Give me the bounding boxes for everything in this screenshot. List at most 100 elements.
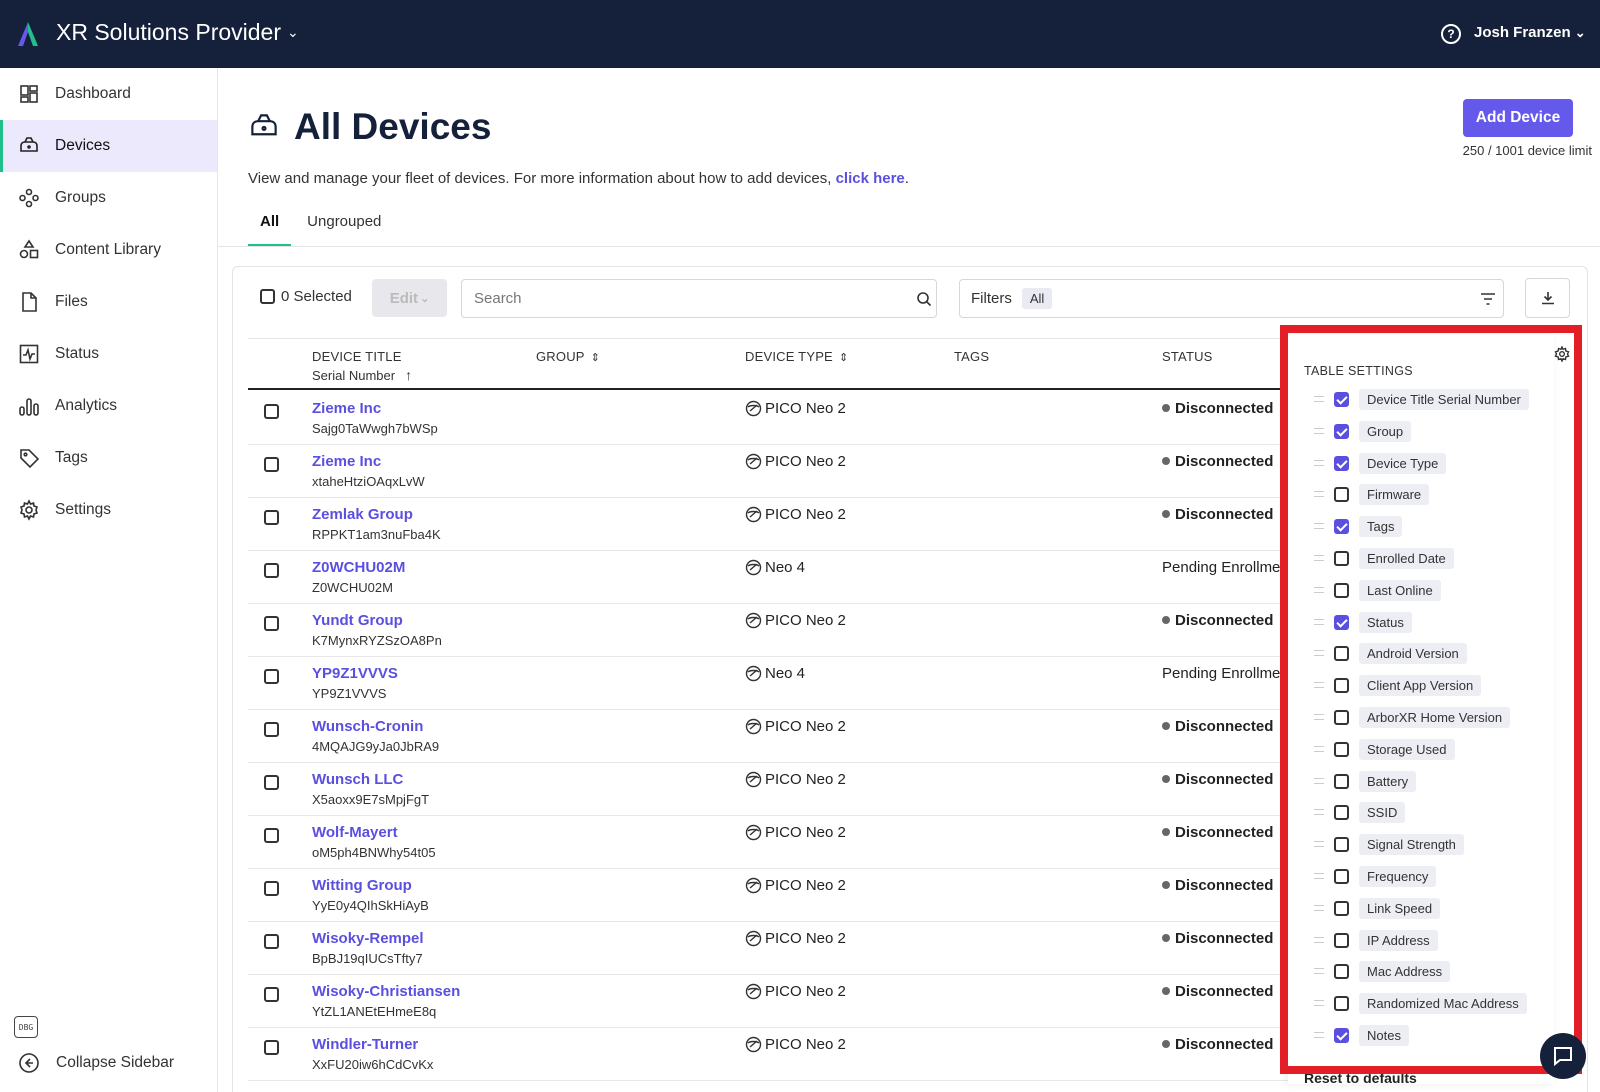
table-setting-option[interactable]: SSID (1314, 801, 1406, 823)
drag-handle-icon[interactable] (1314, 1032, 1324, 1038)
row-checkbox[interactable] (264, 775, 279, 790)
table-setting-option[interactable]: Enrolled Date (1314, 547, 1454, 569)
collapse-sidebar-button[interactable]: Collapse Sidebar (18, 1052, 174, 1074)
download-button[interactable] (1525, 278, 1570, 318)
table-setting-option[interactable]: Device Title Serial Number (1314, 388, 1529, 410)
table-setting-option[interactable]: Signal Strength (1314, 833, 1464, 855)
device-title-link[interactable]: Zemlak Group (312, 506, 413, 523)
setting-checkbox[interactable] (1334, 709, 1349, 725)
row-checkbox[interactable] (264, 616, 279, 631)
setting-checkbox[interactable] (1334, 900, 1349, 916)
filters-dropdown[interactable]: Filters All (959, 279, 1504, 318)
device-title-link[interactable]: Witting Group (312, 877, 412, 894)
drag-handle-icon[interactable] (1314, 746, 1324, 752)
gear-icon[interactable] (1554, 346, 1570, 362)
device-title-link[interactable]: Wunsch LLC (312, 771, 403, 788)
drag-handle-icon[interactable] (1314, 491, 1324, 497)
setting-checkbox[interactable] (1334, 677, 1349, 693)
table-setting-option[interactable]: Android Version (1314, 642, 1467, 664)
drag-handle-icon[interactable] (1314, 968, 1324, 974)
sidebar-item-settings[interactable]: Settings (0, 484, 217, 536)
setting-checkbox[interactable] (1334, 550, 1349, 566)
setting-checkbox[interactable] (1334, 963, 1349, 979)
setting-checkbox[interactable] (1334, 1027, 1349, 1043)
debug-badge[interactable]: DBG (14, 1016, 38, 1038)
table-setting-option[interactable]: Randomized Mac Address (1314, 992, 1527, 1014)
drag-handle-icon[interactable] (1314, 396, 1324, 402)
table-setting-option[interactable]: Client App Version (1314, 674, 1482, 696)
drag-handle-icon[interactable] (1314, 714, 1324, 720)
row-checkbox[interactable] (264, 828, 279, 843)
drag-handle-icon[interactable] (1314, 650, 1324, 656)
drag-handle-icon[interactable] (1314, 428, 1324, 434)
drag-handle-icon[interactable] (1314, 873, 1324, 879)
drag-handle-icon[interactable] (1314, 937, 1324, 943)
edit-button[interactable]: Edit ⌄ (372, 279, 447, 317)
drag-handle-icon[interactable] (1314, 619, 1324, 625)
table-setting-option[interactable]: Battery (1314, 770, 1417, 792)
row-checkbox[interactable] (264, 934, 279, 949)
sidebar-item-dashboard[interactable]: Dashboard (0, 68, 217, 120)
device-title-link[interactable]: Z0WCHU02M (312, 559, 405, 576)
table-setting-option[interactable]: Last Online (1314, 579, 1441, 601)
setting-checkbox[interactable] (1334, 582, 1349, 598)
user-menu[interactable]: Josh Franzen ⌄ (1474, 24, 1586, 41)
table-setting-option[interactable]: Notes (1314, 1024, 1409, 1046)
device-title-link[interactable]: Yundt Group (312, 612, 403, 629)
table-setting-option[interactable]: Group (1314, 420, 1412, 442)
device-title-link[interactable]: Wisoky-Rempel (312, 930, 424, 947)
sidebar-item-tags[interactable]: Tags (0, 432, 217, 484)
tab-all[interactable]: All (248, 205, 292, 247)
table-setting-option[interactable]: IP Address (1314, 929, 1438, 951)
table-setting-option[interactable]: ArborXR Home Version (1314, 706, 1511, 728)
table-setting-option[interactable]: Frequency (1314, 865, 1437, 887)
table-setting-option[interactable]: Status (1314, 611, 1412, 633)
table-setting-option[interactable]: Storage Used (1314, 738, 1455, 760)
filter-icon[interactable] (1480, 292, 1496, 306)
setting-checkbox[interactable] (1334, 804, 1349, 820)
table-setting-option[interactable]: Firmware (1314, 483, 1430, 505)
select-all-checkbox[interactable] (260, 289, 275, 304)
setting-checkbox[interactable] (1334, 932, 1349, 948)
column-group[interactable]: GROUP ⇕ (536, 349, 600, 364)
tab-ungrouped[interactable]: Ungrouped (295, 205, 393, 247)
sidebar-item-groups[interactable]: Groups (0, 172, 217, 224)
drag-handle-icon[interactable] (1314, 809, 1324, 815)
search-icon[interactable] (916, 291, 932, 307)
row-checkbox[interactable] (264, 669, 279, 684)
arborxr-logo-icon[interactable] (14, 20, 42, 48)
drag-handle-icon[interactable] (1314, 778, 1324, 784)
drag-handle-icon[interactable] (1314, 905, 1324, 911)
device-title-link[interactable]: Wunsch-Cronin (312, 718, 423, 735)
drag-handle-icon[interactable] (1314, 460, 1324, 466)
row-checkbox[interactable] (264, 457, 279, 472)
row-checkbox[interactable] (264, 563, 279, 578)
table-setting-option[interactable]: Mac Address (1314, 960, 1451, 982)
chat-button[interactable] (1540, 1033, 1586, 1079)
setting-checkbox[interactable] (1334, 773, 1349, 789)
row-checkbox[interactable] (264, 722, 279, 737)
table-setting-option[interactable]: Tags (1314, 515, 1403, 537)
device-title-link[interactable]: Wolf-Mayert (312, 824, 398, 841)
click-here-link[interactable]: click here (836, 170, 905, 187)
table-setting-option[interactable]: Link Speed (1314, 897, 1441, 919)
table-setting-option[interactable]: Device Type (1314, 452, 1447, 474)
setting-checkbox[interactable] (1334, 868, 1349, 884)
column-device-title[interactable]: DEVICE TITLE Serial Number ↑ (312, 349, 412, 383)
row-checkbox[interactable] (264, 510, 279, 525)
sidebar-item-files[interactable]: Files (0, 276, 217, 328)
sidebar-item-devices[interactable]: Devices (0, 120, 217, 172)
question-circle-icon[interactable]: ? (1441, 24, 1461, 44)
setting-checkbox[interactable] (1334, 518, 1349, 534)
drag-handle-icon[interactable] (1314, 523, 1324, 529)
device-title-link[interactable]: Windler-Turner (312, 1036, 418, 1053)
device-title-link[interactable]: Zieme Inc (312, 453, 381, 470)
sidebar-item-content-library[interactable]: Content Library (0, 224, 217, 276)
column-status[interactable]: STATUS (1162, 349, 1213, 364)
drag-handle-icon[interactable] (1314, 587, 1324, 593)
sidebar-item-analytics[interactable]: Analytics (0, 380, 217, 432)
setting-checkbox[interactable] (1334, 455, 1349, 471)
setting-checkbox[interactable] (1334, 391, 1349, 407)
row-checkbox[interactable] (264, 987, 279, 1002)
reset-defaults-link[interactable]: Reset to defaults (1304, 1070, 1417, 1084)
